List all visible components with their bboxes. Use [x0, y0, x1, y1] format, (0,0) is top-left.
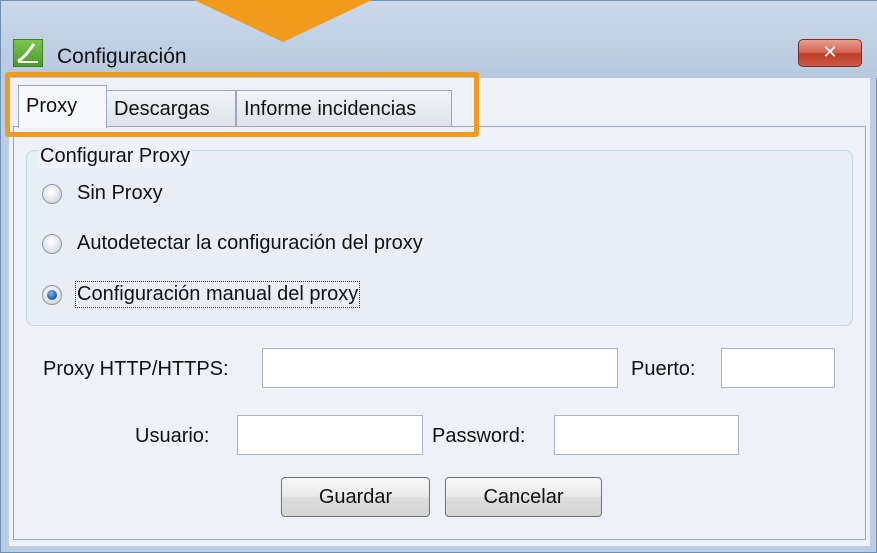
save-button[interactable]: Guardar [281, 477, 430, 517]
proxy-group-label: Configurar Proxy [38, 145, 193, 168]
user-input[interactable] [237, 415, 423, 455]
tabs-highlight-box [5, 72, 479, 137]
pointer-arrow-icon [194, 0, 372, 42]
radio-sin-proxy[interactable] [42, 184, 62, 204]
proxy-http-label: Proxy HTTP/HTTPS: [43, 358, 229, 380]
proxy-http-input[interactable] [262, 348, 618, 388]
password-input[interactable] [554, 415, 739, 455]
user-label: Usuario: [135, 425, 210, 447]
cancel-button[interactable]: Cancelar [445, 477, 602, 517]
password-label: Password: [432, 425, 526, 447]
app-logo-icon [13, 39, 43, 67]
port-input[interactable] [721, 348, 835, 388]
port-label: Puerto: [631, 358, 696, 380]
title-bar[interactable]: Configuración ✕ [1, 1, 877, 78]
radio-autodetect-proxy-label[interactable]: Autodetectar la configuración del proxy [77, 232, 423, 255]
close-button[interactable]: ✕ [798, 39, 862, 67]
close-icon: ✕ [822, 42, 838, 63]
radio-sin-proxy-label[interactable]: Sin Proxy [77, 182, 163, 205]
radio-autodetect-proxy[interactable] [42, 234, 62, 254]
window-title: Configuración [57, 45, 187, 68]
radio-manual-proxy-label[interactable]: Configuración manual del proxy [74, 281, 361, 308]
radio-selected-dot [47, 290, 57, 300]
radio-manual-proxy[interactable] [42, 285, 62, 305]
